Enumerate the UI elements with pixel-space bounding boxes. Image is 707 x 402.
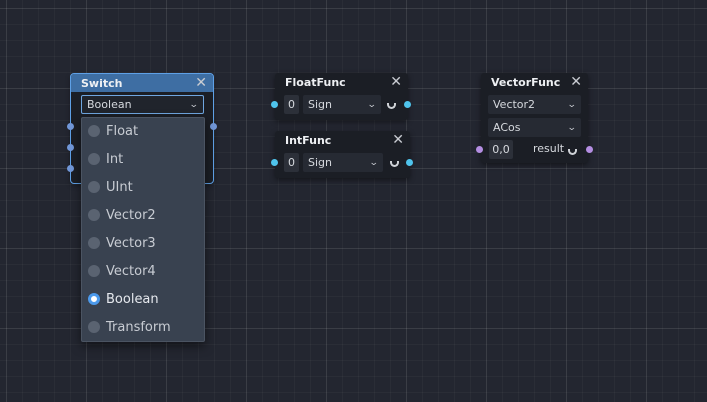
option-label: Transform [106,319,171,335]
intfunc-output-port[interactable] [406,159,413,166]
vectorfunc-node-title: VectorFunc [491,75,561,89]
option-label: UInt [106,179,133,195]
dropdown-option-vector4[interactable]: Vector4 [88,259,200,283]
switch-type-dropdown: Float Int UInt Vector2 Vector3 Vector4 B… [81,117,205,342]
dropdown-option-boolean[interactable]: Boolean [88,287,200,311]
floatfunc-function-select[interactable]: Sign ⌄ [303,95,381,114]
intfunc-input-port[interactable] [271,159,278,166]
option-label: Int [106,151,124,167]
option-label: Float [106,123,139,139]
switch-input-port-1[interactable] [67,123,74,130]
radio-unchecked-icon [88,237,100,249]
switch-output-port[interactable] [210,123,217,130]
vectorfunc-output-port[interactable] [586,146,593,153]
switch-type-value: Boolean [87,98,132,111]
option-label: Vector2 [106,207,156,223]
floatfunc-function-value: Sign [308,98,332,111]
intfunc-function-value: Sign [308,156,332,169]
dropdown-option-transform[interactable]: Transform [88,315,200,339]
intfunc-function-select[interactable]: Sign ⌄ [303,153,383,172]
vectorfunc-type-select[interactable]: Vector2 ⌄ [488,95,581,114]
close-icon[interactable]: ✕ [390,133,406,147]
vectorfunc-input-value[interactable]: 0,0 [489,140,513,159]
switch-input-port-3[interactable] [67,165,74,172]
radio-unchecked-icon [88,209,100,221]
switch-node-header[interactable]: Switch ✕ [71,74,213,92]
vectorfunc-input-port[interactable] [476,146,483,153]
floatfunc-output-port[interactable] [404,101,411,108]
switch-input-port-2[interactable] [67,144,74,151]
radio-unchecked-icon [88,321,100,333]
dropdown-option-vector3[interactable]: Vector3 [88,231,200,255]
vectorfunc-function-value: ACos [493,121,521,134]
vectorfunc-node-header[interactable]: VectorFunc ✕ [481,73,588,91]
dropdown-option-int[interactable]: Int [88,147,200,171]
switch-node-title: Switch [81,76,123,90]
option-label: Vector3 [106,235,156,251]
intfunc-node-title: IntFunc [285,133,332,147]
chevron-down-icon: ⌄ [369,157,380,168]
vectorfunc-output-label: result [533,142,565,155]
radio-unchecked-icon [88,125,100,137]
option-label: Vector4 [106,263,156,279]
vectorfunc-type-value: Vector2 [493,98,536,111]
floatfunc-node-title: FloatFunc [285,75,346,89]
chevron-down-icon: ⌄ [567,99,578,110]
chevron-down-icon: ⌄ [367,99,378,110]
chevron-down-icon: ⌄ [567,122,578,133]
switch-type-select[interactable]: Boolean ⌄ [81,95,204,114]
radio-unchecked-icon [88,153,100,165]
close-icon[interactable]: ✕ [568,75,584,89]
dropdown-option-vector2[interactable]: Vector2 [88,203,200,227]
vectorfunc-function-select[interactable]: ACos ⌄ [488,118,581,137]
floatfunc-input-port[interactable] [271,101,278,108]
chevron-down-icon: ⌄ [189,99,200,110]
option-label: Boolean [106,291,159,307]
intfunc-input-value[interactable]: 0 [284,153,299,172]
radio-unchecked-icon [88,181,100,193]
radio-unchecked-icon [88,265,100,277]
dropdown-option-uint[interactable]: UInt [88,175,200,199]
floatfunc-input-value[interactable]: 0 [284,95,299,114]
dropdown-option-float[interactable]: Float [88,119,200,143]
close-icon[interactable]: ✕ [388,75,404,89]
floatfunc-node-header[interactable]: FloatFunc ✕ [275,73,408,91]
radio-checked-icon [88,293,100,305]
close-icon[interactable]: ✕ [193,76,209,90]
intfunc-node-header[interactable]: IntFunc ✕ [275,131,410,149]
